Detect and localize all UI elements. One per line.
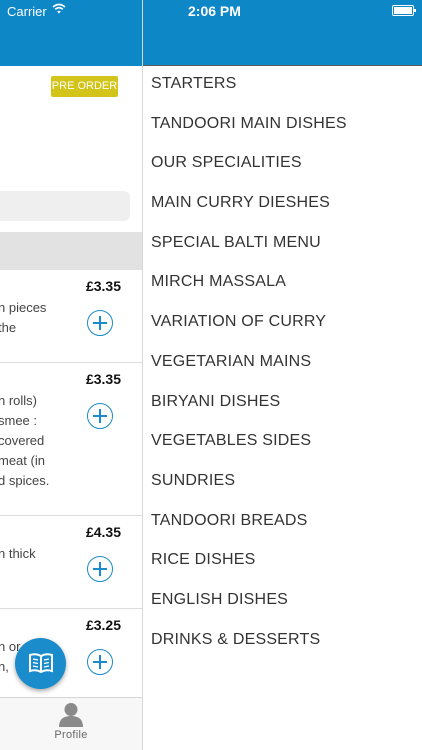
item-description: n thick [0, 546, 36, 561]
tab-profile[interactable]: Profile [48, 700, 94, 748]
category-item-sundries[interactable]: SUNDRIES [143, 463, 422, 503]
category-drawer: 2:06 PM STARTERS TANDOORI MAIN DISHES OU… [143, 0, 422, 750]
status-bar-right: 2:06 PM [143, 0, 422, 22]
battery-icon [392, 5, 416, 16]
menu-item-row[interactable]: £3.35 n pieces the [0, 270, 142, 363]
category-list: STARTERS TANDOORI MAIN DISHES OUR SPECIA… [143, 66, 422, 661]
drawer-header [143, 22, 422, 66]
category-item-english-dishes[interactable]: ENGLISH DISHES [143, 582, 422, 622]
tab-bar: Profile [0, 697, 142, 750]
menu-item-row[interactable]: £4.35 n thick [0, 516, 142, 609]
preorder-badge[interactable]: PRE ORDER [51, 76, 118, 97]
book-icon [29, 653, 53, 674]
item-description: n rolls) smee : covered meat (in d spice… [0, 393, 50, 488]
category-item-starters[interactable]: STARTERS [143, 66, 422, 106]
category-item-biryani-dishes[interactable]: BIRYANI DISHES [143, 384, 422, 424]
tab-profile-label: Profile [54, 729, 88, 741]
navigation-bar-left [0, 22, 142, 66]
add-item-button[interactable] [87, 556, 113, 582]
category-item-drinks-desserts[interactable]: DRINKS & DESSERTS [143, 622, 422, 662]
category-item-mirch-massala[interactable]: MIRCH MASSALA [143, 264, 422, 304]
add-item-button[interactable] [87, 403, 113, 429]
person-icon [59, 703, 83, 727]
menu-item-row[interactable]: £3.35 n rolls) smee : covered meat (in d… [0, 363, 142, 516]
category-item-main-curry-dishes[interactable]: MAIN CURRY DIESHES [143, 185, 422, 225]
status-bar-left: Carrier [0, 0, 142, 22]
category-item-our-specialities[interactable]: OUR SPECIALITIES [143, 145, 422, 185]
restaurant-screen: Carrier PRE ORDER £3.35 n pieces the £3.… [0, 0, 143, 750]
wifi-icon [52, 3, 66, 14]
add-item-button[interactable] [87, 310, 113, 336]
item-price: £3.25 [85, 617, 121, 633]
section-header [0, 232, 142, 270]
category-item-tandoori-breads[interactable]: TANDOORI BREADS [143, 503, 422, 543]
item-price: £3.35 [85, 371, 121, 387]
add-item-button[interactable] [87, 649, 113, 675]
category-item-rice-dishes[interactable]: RICE DISHES [143, 542, 422, 582]
category-item-vegetables-sides[interactable]: VEGETABLES SIDES [143, 423, 422, 463]
status-time: 2:06 PM [188, 3, 241, 19]
category-item-vegetarian-mains[interactable]: VEGETARIAN MAINS [143, 344, 422, 384]
item-price: £4.35 [85, 524, 121, 540]
item-price: £3.35 [85, 278, 121, 294]
category-item-special-balti-menu[interactable]: SPECIAL BALTI MENU [143, 225, 422, 265]
category-item-variation-of-curry[interactable]: VARIATION OF CURRY [143, 304, 422, 344]
search-input[interactable] [0, 191, 130, 221]
item-description: n pieces the [0, 300, 47, 335]
menu-book-button[interactable] [15, 638, 66, 689]
category-item-tandoori-main-dishes[interactable]: TANDOORI MAIN DISHES [143, 106, 422, 146]
carrier-label: Carrier [7, 4, 47, 19]
